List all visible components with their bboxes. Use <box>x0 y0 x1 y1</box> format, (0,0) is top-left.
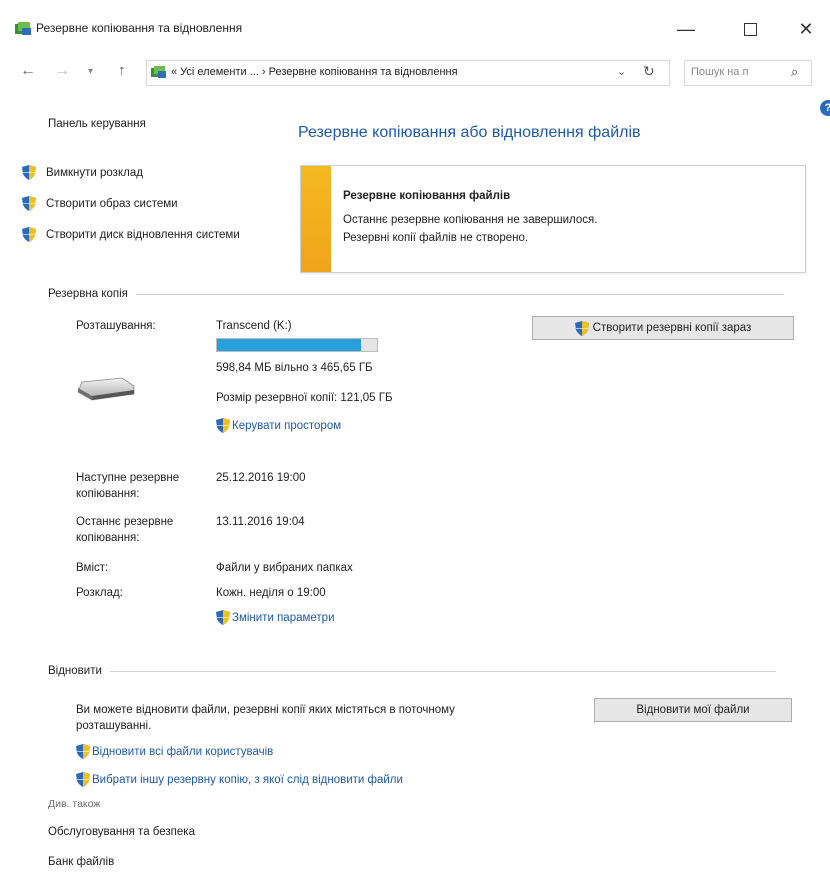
section-title: Відновити <box>48 665 102 677</box>
backup-section-header: Резервна копія <box>48 288 784 300</box>
forward-arrow-icon[interactable]: → <box>54 62 70 80</box>
backup-warning-box: Резервне копіювання файлів Останнє резер… <box>300 165 806 273</box>
contents-value: Файли у вибраних папках <box>216 562 353 574</box>
navigation-bar: ← → ▾ ↑ « Усі елементи ... › Резервне ко… <box>0 58 830 88</box>
close-icon: ✕ <box>798 18 814 39</box>
warning-message: Резервні копії файлів не створено. <box>343 232 529 244</box>
restore-all-users-label: Відновити всі файли користувачів <box>92 745 274 758</box>
schedule-label: Розклад: <box>76 587 123 599</box>
minimize-icon: — <box>677 18 695 39</box>
restore-section-header: Відновити <box>48 665 776 677</box>
see-also-link-file-history[interactable]: Банк файлів <box>48 854 114 870</box>
sidebar-item-create-system-image[interactable]: Створити образ системи <box>22 196 246 212</box>
restore-my-files-label: Відновити мої файли <box>636 704 750 716</box>
sidebar-item-create-recovery-disc[interactable]: Створити диск відновлення системи <box>22 227 246 243</box>
sidebar-item-label: Вимкнути розклад <box>46 167 143 179</box>
control-panel-home-link[interactable]: Панель керування <box>48 118 146 130</box>
section-title: Резервна копія <box>48 288 128 300</box>
minimize-button[interactable]: — <box>666 14 706 44</box>
sidebar-item-label: Створити образ системи <box>46 198 178 210</box>
schedule-value: Кожн. неділя о 19:00 <box>216 587 326 599</box>
manage-space-label: Керувати простором <box>232 419 342 432</box>
select-another-backup-label: Вибрати іншу резервну копію, з якої слід… <box>92 773 403 786</box>
window-title: Резервне копіювання та відновлення <box>36 21 243 35</box>
backup-now-button[interactable]: Створити резервні копії зараз <box>532 316 794 340</box>
back-arrow-icon[interactable]: ← <box>20 62 36 80</box>
uac-shield-icon <box>22 165 36 180</box>
search-input[interactable]: Пошук на п ⌕ <box>684 60 812 86</box>
uac-shield-icon <box>574 320 589 336</box>
recent-locations-icon[interactable]: ▾ <box>88 66 93 77</box>
maximize-icon <box>743 22 757 36</box>
close-button[interactable]: ✕ <box>786 14 826 44</box>
maximize-button[interactable] <box>730 14 770 44</box>
backup-restore-window: Резервне копіювання та відновлення — ✕ ←… <box>0 0 830 893</box>
disk-usage-bar <box>216 338 378 352</box>
warning-title: Резервне копіювання файлів <box>343 190 511 202</box>
uac-shield-icon <box>76 772 90 787</box>
uac-shield-icon <box>22 227 36 242</box>
divider <box>109 670 776 672</box>
manage-space-link[interactable]: Керувати простором <box>216 418 341 433</box>
address-bar[interactable]: « Усі елементи ... › Резервне копіювання… <box>146 60 670 86</box>
uac-shield-icon <box>216 610 230 625</box>
restore-my-files-button[interactable]: Відновити мої файли <box>594 698 792 722</box>
sidebar-item-label: Створити диск відновлення системи <box>46 229 240 241</box>
divider <box>135 293 784 295</box>
breadcrumb[interactable]: « Усі елементи ... › Резервне копіювання… <box>171 66 458 78</box>
help-icon[interactable]: ? <box>820 100 830 116</box>
search-icon[interactable]: ⌕ <box>791 64 798 80</box>
disk-usage-fill <box>217 339 361 351</box>
uac-shield-icon <box>22 196 36 211</box>
location-value: Transcend (K:) <box>216 320 292 332</box>
refresh-icon[interactable]: ↻ <box>643 63 655 80</box>
title-bar: Резервне копіювання та відновлення — ✕ <box>0 0 830 52</box>
control-panel-icon <box>151 66 166 78</box>
next-backup-label: Наступне резервне копіювання: <box>76 472 180 500</box>
warning-message: Останнє резервне копіювання не завершило… <box>343 214 598 226</box>
location-label: Розташування: <box>76 320 156 332</box>
up-arrow-icon[interactable]: ↑ <box>118 62 126 79</box>
external-drive-icon <box>77 377 135 401</box>
uac-shield-icon <box>76 744 90 759</box>
select-another-backup-link[interactable]: Вибрати іншу резервну копію, з якої слід… <box>76 772 403 787</box>
see-also-heading: Див. також <box>48 798 101 810</box>
page-title: Резервне копіювання або відновлення файл… <box>298 124 641 141</box>
see-also-link-security-maintenance[interactable]: Обслуговування та безпека <box>48 824 195 840</box>
uac-shield-icon <box>216 418 230 433</box>
restore-description: Ви можете відновити файли, резервні копі… <box>76 704 455 732</box>
last-backup-label: Останнє резервне копіювання: <box>76 516 174 544</box>
search-placeholder: Пошук на п <box>691 66 749 78</box>
address-dropdown-icon[interactable]: ⌄ <box>617 65 626 78</box>
next-backup-value: 25.12.2016 19:00 <box>216 472 306 484</box>
free-space-text: 598,84 МБ вільно з 465,65 ГБ <box>216 362 373 374</box>
change-settings-label: Змінити параметри <box>232 611 335 624</box>
control-panel-icon <box>15 22 31 35</box>
last-backup-value: 13.11.2016 19:04 <box>216 516 305 528</box>
warning-stripe <box>301 166 331 272</box>
change-settings-link[interactable]: Змінити параметри <box>216 610 335 625</box>
sidebar-item-turn-off-schedule[interactable]: Вимкнути розклад <box>22 165 246 181</box>
backup-now-label: Створити резервні копії зараз <box>592 322 752 334</box>
backup-size-text: Розмір резервної копії: 121,05 ГБ <box>216 392 393 404</box>
contents-label: Вміст: <box>76 562 109 574</box>
restore-all-users-link[interactable]: Відновити всі файли користувачів <box>76 744 273 759</box>
